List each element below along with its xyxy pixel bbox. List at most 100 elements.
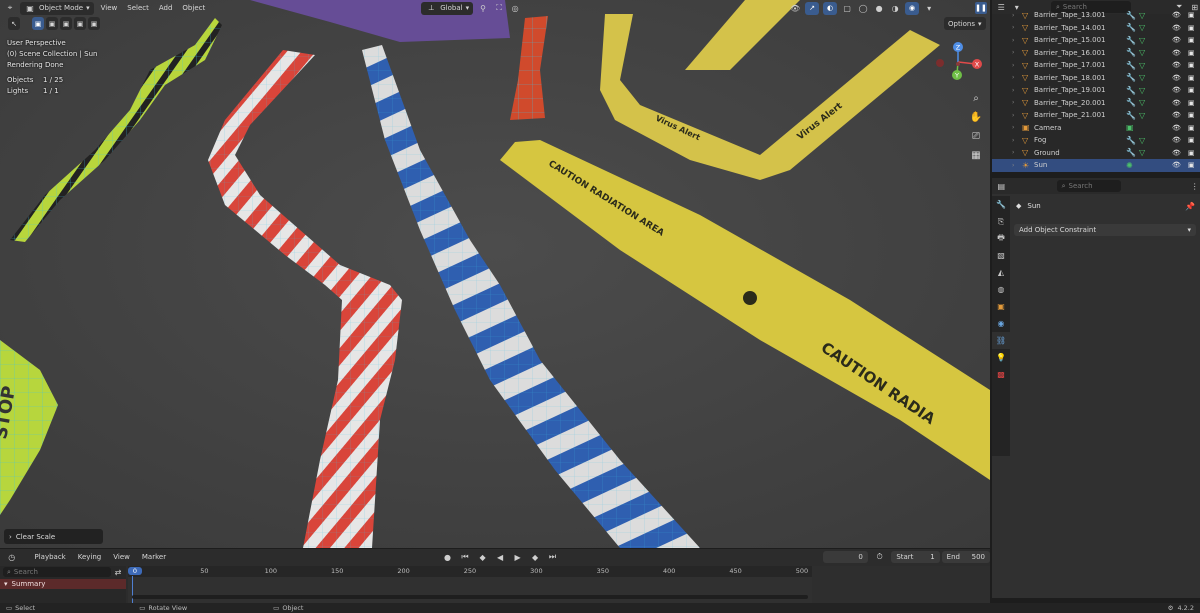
render-camera-icon[interactable]: ▣ xyxy=(1188,49,1195,57)
current-frame-field[interactable]: 0 xyxy=(823,551,868,563)
jump-start-icon[interactable]: ⏮ xyxy=(459,551,471,563)
cursor-tool-icon[interactable]: ↖ xyxy=(8,17,20,30)
render-camera-icon[interactable]: ▣ xyxy=(1188,36,1195,44)
outliner-item[interactable]: › ▽ Ground 🔧 ▽ 👁 ▣ xyxy=(992,147,1200,160)
select-intersect-icon[interactable]: ▣ xyxy=(88,17,100,30)
outliner-item[interactable]: › ▣ Camera ▣ 👁 ▣ xyxy=(992,122,1200,135)
menu-keying[interactable]: Keying xyxy=(75,553,105,561)
expand-arrow-icon[interactable]: › xyxy=(1012,87,1014,94)
render-camera-icon[interactable]: ▣ xyxy=(1188,74,1195,82)
tab-world-icon[interactable]: ◍ xyxy=(992,281,1010,298)
outliner-item[interactable]: › ▽ Barrier_Tape_16.001 🔧 ▽ 👁 ▣ xyxy=(992,47,1200,60)
eye-icon[interactable]: 👁 xyxy=(1172,149,1181,157)
eye-icon[interactable]: 👁 xyxy=(1172,86,1181,94)
proportional-edit-icon[interactable]: ◎ xyxy=(509,2,521,14)
shading-material-icon[interactable]: ◑ xyxy=(889,2,901,14)
tab-physics-icon[interactable]: ◉ xyxy=(992,315,1010,332)
render-camera-icon[interactable]: ▣ xyxy=(1188,99,1195,107)
outliner-item[interactable]: › ▽ Barrier_Tape_13.001 🔧 ▽ 👁 ▣ xyxy=(992,9,1200,22)
xray-icon[interactable]: ▢ xyxy=(841,2,853,14)
outliner-item[interactable]: › ▽ Barrier_Tape_14.001 🔧 ▽ 👁 ▣ xyxy=(992,22,1200,35)
tab-light-data-icon[interactable]: 💡 xyxy=(992,349,1010,366)
tab-object-icon[interactable]: ▣ xyxy=(992,298,1010,315)
jump-keyframe-back-icon[interactable]: ◆ xyxy=(477,551,489,563)
timeline-editor-icon[interactable]: ◷ xyxy=(6,551,18,563)
shading-wire-icon[interactable]: ◯ xyxy=(857,2,869,14)
properties-editor-icon[interactable]: ▤ xyxy=(996,180,1007,192)
expand-arrow-icon[interactable]: › xyxy=(1012,99,1014,106)
render-camera-icon[interactable]: ▣ xyxy=(1188,11,1195,19)
preview-range-icon[interactable]: ⏱ xyxy=(874,551,886,563)
menu-add[interactable]: Add xyxy=(156,4,176,12)
shading-rendered-icon[interactable]: ◉ xyxy=(905,1,920,15)
menu-marker[interactable]: Marker xyxy=(139,553,169,561)
render-camera-icon[interactable]: ▣ xyxy=(1188,161,1195,169)
expand-arrow-icon[interactable]: › xyxy=(1012,62,1014,69)
outliner-item[interactable]: › ▽ Fog 🔧 ▽ 👁 ▣ xyxy=(992,134,1200,147)
render-camera-icon[interactable]: ▣ xyxy=(1188,86,1195,94)
eye-icon[interactable]: 👁 xyxy=(1172,136,1181,144)
navigation-gizmo[interactable]: Z X Y xyxy=(928,38,988,84)
expand-arrow-icon[interactable]: › xyxy=(1012,137,1014,144)
shading-options-icon[interactable]: ▾ xyxy=(923,2,935,14)
eye-icon[interactable]: 👁 xyxy=(1172,24,1181,32)
select-extend-icon[interactable]: ▣ xyxy=(46,17,58,30)
outliner-item[interactable]: › ▽ Barrier_Tape_19.001 🔧 ▽ 👁 ▣ xyxy=(992,84,1200,97)
expand-arrow-icon[interactable]: › xyxy=(1012,49,1014,56)
pin-icon[interactable]: 📌 xyxy=(1184,200,1196,212)
render-camera-icon[interactable]: ▣ xyxy=(1188,124,1195,132)
eye-icon[interactable]: 👁 xyxy=(1172,74,1181,82)
tab-texture-icon[interactable]: ▩ xyxy=(992,366,1010,383)
perspective-grid-icon[interactable]: ▦ xyxy=(968,147,984,163)
expand-arrow-icon[interactable]: › xyxy=(1012,149,1014,156)
expand-arrow-icon[interactable]: › xyxy=(1012,74,1014,81)
eye-icon[interactable]: 👁 xyxy=(1172,99,1181,107)
add-object-constraint-button[interactable]: Add Object Constraint ▾ xyxy=(1014,224,1196,236)
tab-tool-icon[interactable]: 🔧 xyxy=(992,196,1010,213)
orientation-dropdown[interactable]: ⟂ Global ▾ xyxy=(421,1,474,15)
overlays-toggle-icon[interactable]: ◐ xyxy=(823,1,838,15)
shading-solid-icon[interactable]: ● xyxy=(873,2,885,14)
select-invert-icon[interactable]: ▣ xyxy=(74,17,86,30)
timeline-search-input[interactable]: ⌕ Search xyxy=(3,567,111,577)
3d-viewport[interactable]: STOP CAUTION RADIATION AREA CAUTION RADI… xyxy=(0,0,990,548)
render-camera-icon[interactable]: ▣ xyxy=(1188,61,1195,69)
menu-select[interactable]: Select xyxy=(124,4,152,12)
render-camera-icon[interactable]: ▣ xyxy=(1188,149,1195,157)
select-subtract-icon[interactable]: ▣ xyxy=(60,17,72,30)
snap-icon[interactable]: ⛶ xyxy=(493,2,505,14)
timeline-scrollbar[interactable] xyxy=(132,595,808,599)
expand-arrow-icon[interactable]: › xyxy=(1012,24,1014,31)
summary-channel[interactable]: ▾ Summary xyxy=(0,579,126,589)
options-dropdown[interactable]: Options ▾ xyxy=(944,17,986,30)
properties-search-input[interactable]: ⌕ Search xyxy=(1056,180,1122,192)
expand-arrow-icon[interactable]: › xyxy=(1012,112,1014,119)
expand-arrow-icon[interactable]: › xyxy=(1012,124,1014,131)
eye-icon[interactable]: 👁 xyxy=(1172,11,1181,19)
outliner-item[interactable]: › ▽ Barrier_Tape_21.001 🔧 ▽ 👁 ▣ xyxy=(992,109,1200,122)
expand-arrow-icon[interactable]: › xyxy=(1012,162,1014,169)
tab-view-layer-icon[interactable]: ▧ xyxy=(992,247,1010,264)
menu-view[interactable]: View xyxy=(98,4,121,12)
gizmo-toggle-icon[interactable]: ↗ xyxy=(805,1,820,15)
visibility-icon[interactable]: 👁 xyxy=(789,2,801,14)
mode-dropdown[interactable]: ▣ Object Mode ▾ xyxy=(20,1,94,15)
outliner-item[interactable]: › ☀ Sun ✺ 👁 ▣ xyxy=(992,159,1200,172)
tab-scene-icon[interactable]: ◭ xyxy=(992,264,1010,281)
timeline-frames-area[interactable]: 0 50 100 150 200 250 300 350 400 450 500 xyxy=(128,566,812,604)
eye-icon[interactable]: 👁 xyxy=(1172,49,1181,57)
render-camera-icon[interactable]: ▣ xyxy=(1188,136,1195,144)
play-reverse-icon[interactable]: ◀ xyxy=(494,551,506,563)
pan-hand-icon[interactable]: ✋ xyxy=(968,109,984,125)
render-camera-icon[interactable]: ▣ xyxy=(1188,24,1195,32)
editor-type-icon[interactable]: ⌖ xyxy=(4,2,16,14)
select-new-icon[interactable]: ▣ xyxy=(32,17,44,30)
tab-output-icon[interactable]: 🖶 xyxy=(992,230,1010,247)
outliner-item[interactable]: › ▽ Barrier_Tape_18.001 🔧 ▽ 👁 ▣ xyxy=(992,72,1200,85)
pivot-icon[interactable]: ⚲ xyxy=(477,2,489,14)
swap-icon[interactable]: ⇄ xyxy=(112,566,124,578)
zoom-icon[interactable]: ⌕ xyxy=(968,90,984,106)
tab-constraints-icon[interactable]: ⛓ xyxy=(992,332,1010,349)
outliner-item[interactable]: › ▽ Barrier_Tape_17.001 🔧 ▽ 👁 ▣ xyxy=(992,59,1200,72)
last-operator-panel[interactable]: › Clear Scale xyxy=(4,529,103,544)
